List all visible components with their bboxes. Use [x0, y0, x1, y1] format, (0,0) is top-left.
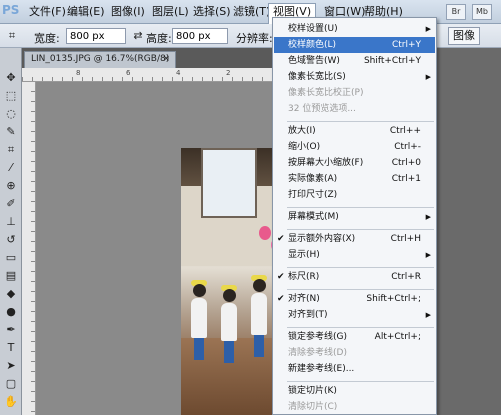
- menu-edit[interactable]: 编辑(E): [65, 4, 107, 20]
- checkmark-icon: ✔: [277, 294, 285, 304]
- menu-item-show[interactable]: 显示(H) ▶: [274, 247, 435, 263]
- menu-item-clear-slices: 清除切片(C): [288, 402, 338, 412]
- menu-item-extras[interactable]: ✔ 显示额外内容(X) Ctrl+H: [274, 231, 435, 247]
- shape-tool-icon[interactable]: ▢: [3, 376, 19, 392]
- brush-tool-icon[interactable]: ✐: [3, 196, 19, 212]
- balloon: [259, 226, 271, 240]
- menu-item-actual-pixels[interactable]: 实际像素(A) Ctrl+1: [274, 171, 435, 187]
- menu-select[interactable]: 选择(S): [191, 4, 233, 20]
- menu-item-zoom-in[interactable]: 放大(I) Ctrl++: [274, 123, 435, 139]
- bridge-button[interactable]: Br: [446, 4, 466, 20]
- menu-filter[interactable]: 滤镜(T): [231, 4, 272, 20]
- ruler-number: 2: [226, 69, 231, 77]
- menu-item-screen-mode[interactable]: 屏幕模式(M) ▶: [274, 209, 435, 225]
- menu-item-lock-guides[interactable]: 锁定参考线(G) Alt+Ctrl+;: [274, 329, 435, 345]
- path-select-tool-icon[interactable]: ➤: [3, 358, 19, 374]
- ruler-number: 4: [176, 69, 181, 77]
- menu-file[interactable]: 文件(F): [27, 4, 68, 20]
- crop-tool-icon[interactable]: ⌗: [3, 142, 19, 158]
- menu-item-fit-on-screen[interactable]: 按屏幕大小缩放(F) Ctrl+0: [274, 155, 435, 171]
- child-figure: [221, 285, 237, 363]
- menu-separator: [287, 327, 434, 328]
- front-image-button[interactable]: 图像: [448, 27, 480, 45]
- menu-item-zoom-out[interactable]: 缩小(O) Ctrl+-: [274, 139, 435, 155]
- vertical-ruler[interactable]: [22, 82, 36, 415]
- document-title: LIN_0135.JPG @ 16.7%(RGB/8): [31, 54, 170, 64]
- menu-separator: [287, 229, 434, 230]
- menu-separator: [287, 381, 434, 382]
- panel-dock: [437, 48, 501, 415]
- document-tab[interactable]: LIN_0135.JPG @ 16.7%(RGB/8) ×: [24, 51, 176, 68]
- width-input[interactable]: [66, 28, 126, 44]
- menu-item-snap-to[interactable]: 对齐到(T) ▶: [274, 307, 435, 323]
- menu-item-lock-slices[interactable]: 锁定切片(K): [274, 383, 435, 399]
- submenu-arrow-icon: ▶: [425, 213, 431, 221]
- eyedropper-tool-icon[interactable]: ⁄: [3, 160, 19, 176]
- checkmark-icon: ✔: [277, 272, 285, 282]
- menu-item-pixel-aspect-correction: 像素长宽比校正(P): [288, 88, 364, 98]
- menu-item-32bit-preview: 32 位预览选项...: [288, 104, 356, 114]
- menu-image[interactable]: 图像(I): [109, 4, 147, 20]
- menu-item-proof-setup[interactable]: 校样设置(U) ▶: [274, 21, 435, 37]
- menu-separator: [287, 121, 434, 122]
- menu-item-new-guide[interactable]: 新建参考线(E)...: [274, 361, 435, 377]
- type-tool-icon[interactable]: T: [3, 340, 19, 356]
- ruler-number: 8: [76, 69, 81, 77]
- menu-item-print-size[interactable]: 打印尺寸(Z): [274, 187, 435, 203]
- gradient-tool-icon[interactable]: ▤: [3, 268, 19, 284]
- checkmark-icon: ✔: [277, 234, 285, 244]
- dodge-tool-icon[interactable]: ●: [3, 304, 19, 320]
- menu-item-rulers[interactable]: ✔ 标尺(R) Ctrl+R: [274, 269, 435, 285]
- menu-layer[interactable]: 图层(L): [150, 4, 191, 20]
- menu-separator: [287, 207, 434, 208]
- pen-tool-icon[interactable]: ✒: [3, 322, 19, 338]
- ruler-number: 6: [126, 69, 131, 77]
- eraser-tool-icon[interactable]: ▭: [3, 250, 19, 266]
- move-tool-icon[interactable]: ✥: [3, 70, 19, 86]
- minibridge-button[interactable]: Mb: [472, 4, 492, 20]
- app-logo: PS: [2, 3, 20, 17]
- history-brush-tool-icon[interactable]: ↺: [3, 232, 19, 248]
- submenu-arrow-icon: ▶: [425, 311, 431, 319]
- marquee-tool-icon[interactable]: ⬚: [3, 88, 19, 104]
- view-menu-dropdown: 校样设置(U) ▶ 校样颜色(L) Ctrl+Y 色域警告(W) Shift+Ctrl…: [272, 17, 437, 415]
- menu-item-clear-guides: 清除参考线(D): [288, 348, 347, 358]
- submenu-arrow-icon: ▶: [425, 25, 431, 33]
- lasso-tool-icon[interactable]: ◌: [3, 106, 19, 122]
- menu-item-proof-colors[interactable]: 校样颜色(L) Ctrl+Y: [274, 37, 435, 53]
- child-figure: [191, 280, 207, 360]
- width-label: 宽度:: [34, 32, 60, 45]
- healing-brush-tool-icon[interactable]: ⊕: [3, 178, 19, 194]
- quick-select-tool-icon[interactable]: ✎: [3, 124, 19, 140]
- menu-item-pixel-aspect-ratio[interactable]: 像素长宽比(S) ▶: [274, 69, 435, 85]
- close-icon[interactable]: ×: [162, 52, 170, 67]
- crop-tool-icon[interactable]: ⌗: [4, 28, 20, 44]
- resolution-label: 分辨率:: [236, 32, 273, 45]
- menu-item-gamut-warning[interactable]: 色域警告(W) Shift+Ctrl+Y: [274, 53, 435, 69]
- photo-window: [201, 148, 257, 218]
- menu-item-snap[interactable]: ✔ 对齐(N) Shift+Ctrl+;: [274, 291, 435, 307]
- menu-separator: [287, 289, 434, 290]
- toolbox: ✥ ⬚ ◌ ✎ ⌗ ⁄ ⊕ ✐ ⊥ ↺ ▭ ▤ ◆ ● ✒ T ➤ ▢ ✋: [0, 48, 22, 415]
- swap-icon[interactable]: ⇄: [130, 28, 146, 44]
- height-label: 高度:: [146, 32, 172, 45]
- height-input[interactable]: [172, 28, 228, 44]
- hand-tool-icon[interactable]: ✋: [3, 394, 19, 410]
- blur-tool-icon[interactable]: ◆: [3, 286, 19, 302]
- submenu-arrow-icon: ▶: [425, 73, 431, 81]
- submenu-arrow-icon: ▶: [425, 251, 431, 259]
- stamp-tool-icon[interactable]: ⊥: [3, 214, 19, 230]
- menu-separator: [287, 267, 434, 268]
- child-figure: [251, 275, 267, 357]
